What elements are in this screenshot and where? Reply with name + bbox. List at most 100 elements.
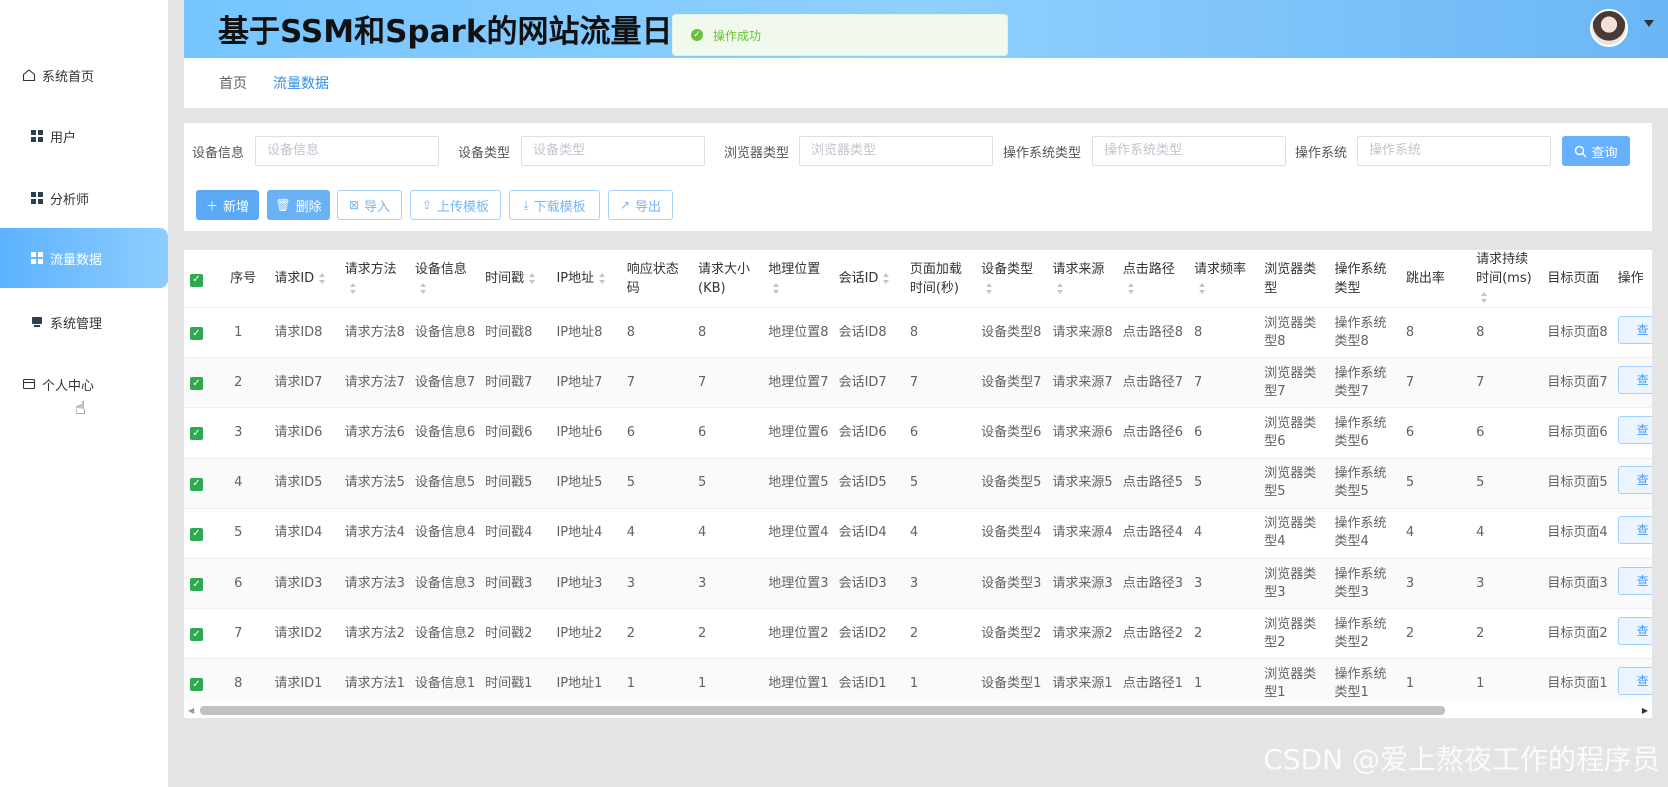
breadcrumb-current: 流量数据 xyxy=(273,76,329,92)
sort-icon[interactable] xyxy=(1127,282,1135,294)
table-cell: 会话ID1 xyxy=(834,658,906,710)
table-cell: 7 xyxy=(1189,357,1261,409)
column-header[interactable]: 请求ID xyxy=(270,250,341,308)
column-header[interactable]: IP地址 xyxy=(552,250,623,308)
row-checkbox[interactable]: ✓ xyxy=(184,458,227,509)
table-cell: 3 xyxy=(1472,558,1544,610)
column-header: 操作系统类型 xyxy=(1330,250,1402,308)
plus-icon: ＋ xyxy=(205,198,218,213)
scrollbar-thumb[interactable] xyxy=(200,706,1445,715)
row-checkbox[interactable]: ✓ xyxy=(184,307,227,359)
os-type-input[interactable]: 操作系统类型 xyxy=(1092,136,1286,166)
card-icon xyxy=(22,377,36,391)
chevron-down-icon[interactable] xyxy=(1644,20,1654,27)
sidebar-item-analyst[interactable]: 分析师 xyxy=(0,168,168,228)
horizontal-scrollbar[interactable]: ◀ ▶ xyxy=(184,703,1652,718)
breadcrumb-home[interactable]: 首页 xyxy=(219,73,247,93)
check-circle-icon: ✓ xyxy=(691,29,703,41)
row-checkbox[interactable]: ✓ xyxy=(184,508,227,559)
table-cell: 浏览器类型6 xyxy=(1260,407,1331,459)
column-header[interactable]: 请求来源 xyxy=(1048,250,1119,308)
table-cell: 操作系统类型3 xyxy=(1330,558,1402,610)
view-button[interactable]: 查 xyxy=(1617,666,1652,695)
device-type-input[interactable]: 设备类型 xyxy=(521,136,705,166)
table-cell: 4 xyxy=(694,508,765,559)
browser-type-input[interactable]: 浏览器类型 xyxy=(799,136,993,166)
table-row[interactable]: ✓ 7 请求ID2 请求方法2 设备信息2 时间戳2 IP地址2 2 2 地理位置2 会话ID2 2 设… xyxy=(184,608,1652,660)
table-row[interactable]: ✓ 1 请求ID8 请求方法8 设备信息8 时间戳8 IP地址8 8 8 地理位置8 会话ID8 8 设… xyxy=(184,307,1652,359)
view-button[interactable]: 查 xyxy=(1617,365,1652,394)
column-header[interactable]: 请求持续时间(ms) xyxy=(1472,250,1544,308)
column-header[interactable]: 设备信息 xyxy=(410,250,482,308)
sidebar-item-users[interactable]: 用户 xyxy=(0,106,168,166)
column-header[interactable]: 地理位置 xyxy=(764,250,835,308)
row-checkbox[interactable]: ✓ xyxy=(184,357,227,409)
upload-template-button[interactable]: ⇪ 上传模板 xyxy=(410,190,501,220)
table-cell: 浏览器类型3 xyxy=(1260,558,1331,610)
sidebar-item-system-admin[interactable]: 系统管理 xyxy=(0,292,168,352)
sort-icon[interactable] xyxy=(1481,292,1488,303)
success-toast: ✓ 操作成功 xyxy=(672,14,1008,56)
table-row[interactable]: ✓ 5 请求ID4 请求方法4 设备信息4 时间戳4 IP地址4 4 4 地理位置4 会话ID4 4 设… xyxy=(184,508,1652,559)
table-cell: 地理位置8 xyxy=(764,307,835,359)
view-button[interactable]: 查 xyxy=(1617,566,1652,595)
sort-icon[interactable] xyxy=(319,273,326,284)
delete-button[interactable]: 🗑 删除 xyxy=(267,190,330,220)
view-button[interactable]: 查 xyxy=(1617,466,1652,495)
row-checkbox[interactable]: ✓ xyxy=(184,407,227,459)
sort-icon[interactable] xyxy=(349,282,357,294)
sort-icon[interactable] xyxy=(986,282,993,294)
table-row[interactable]: ✓ 3 请求ID6 请求方法6 设备信息6 时间戳6 IP地址6 6 6 地理位置6 会话ID6 6 设… xyxy=(184,407,1652,459)
actions-cell: 查 xyxy=(1613,407,1652,459)
sort-icon[interactable] xyxy=(1198,282,1206,294)
scroll-right-icon[interactable]: ▶ xyxy=(1642,706,1648,715)
column-header[interactable]: 请求方法 xyxy=(340,250,411,308)
row-checkbox[interactable]: ✓ xyxy=(184,558,227,610)
view-button[interactable]: 查 xyxy=(1617,616,1652,645)
sort-icon[interactable] xyxy=(419,282,427,294)
table-row[interactable]: ✓ 8 请求ID1 请求方法1 设备信息1 时间戳1 IP地址1 1 1 地理位置1 会话ID1 1 设… xyxy=(184,658,1652,710)
row-checkbox[interactable]: ✓ xyxy=(184,608,227,660)
select-all-checkbox[interactable]: ✓ xyxy=(184,250,227,308)
device-info-input[interactable]: 设备信息 xyxy=(255,136,439,166)
sort-icon[interactable] xyxy=(883,273,890,284)
sidebar-item-home[interactable]: 系统首页 xyxy=(0,45,168,105)
table-row[interactable]: ✓ 6 请求ID3 请求方法3 设备信息3 时间戳3 IP地址3 3 3 地理位置3 会话ID3 3 设… xyxy=(184,558,1652,610)
column-header[interactable]: 请求频率 xyxy=(1189,250,1261,308)
download-template-button[interactable]: ⤓ 下载模板 xyxy=(509,190,600,220)
query-button[interactable]: 查询 xyxy=(1562,136,1630,166)
add-button[interactable]: ＋ 新增 xyxy=(196,190,259,220)
table-row[interactable]: ✓ 2 请求ID7 请求方法7 设备信息7 时间戳7 IP地址7 7 7 地理位置7 会话ID7 7 设… xyxy=(184,357,1652,409)
table-row[interactable]: ✓ 4 请求ID5 请求方法5 设备信息5 时间戳5 IP地址5 5 5 地理位置5 会话ID5 5 设… xyxy=(184,458,1652,509)
sort-icon[interactable] xyxy=(773,282,780,294)
sort-icon[interactable] xyxy=(1057,282,1064,294)
view-button[interactable]: 查 xyxy=(1617,516,1652,545)
export-button[interactable]: ↗ 导出 xyxy=(608,190,673,220)
scroll-left-icon[interactable]: ◀ xyxy=(188,706,194,715)
table-cell: 目标页面7 xyxy=(1543,357,1614,409)
row-checkbox[interactable]: ✓ xyxy=(184,658,227,710)
table-cell: 8 xyxy=(905,307,978,359)
table-cell: 1 xyxy=(1401,658,1473,710)
sidebar-item-traffic-data[interactable]: 流量数据 xyxy=(0,228,168,288)
column-header[interactable]: 时间戳 xyxy=(481,250,553,308)
table-cell: 3 xyxy=(622,558,695,610)
sort-icon[interactable] xyxy=(529,273,536,284)
view-button[interactable]: 查 xyxy=(1617,415,1652,444)
sort-icon[interactable] xyxy=(599,273,606,284)
column-header[interactable]: 会话ID xyxy=(834,250,906,308)
avatar[interactable] xyxy=(1590,9,1628,47)
column-header[interactable]: 点击路径 xyxy=(1118,250,1190,308)
table-cell: 设备类型2 xyxy=(977,608,1049,660)
table-cell: 设备类型8 xyxy=(977,307,1049,359)
table-cell: 设备信息4 xyxy=(410,508,482,559)
os-input[interactable]: 操作系统 xyxy=(1357,136,1551,166)
import-button[interactable]: ⊠ 导入 xyxy=(337,190,402,220)
toast-message: 操作成功 xyxy=(713,28,762,43)
table-cell: 6 xyxy=(622,407,695,459)
table-cell: 1 xyxy=(1472,658,1544,710)
table-cell: 点击路径4 xyxy=(1118,508,1190,559)
column-header[interactable]: 设备类型 xyxy=(977,250,1049,308)
view-button[interactable]: 查 xyxy=(1617,315,1652,344)
table-cell: 3 xyxy=(1401,558,1473,610)
